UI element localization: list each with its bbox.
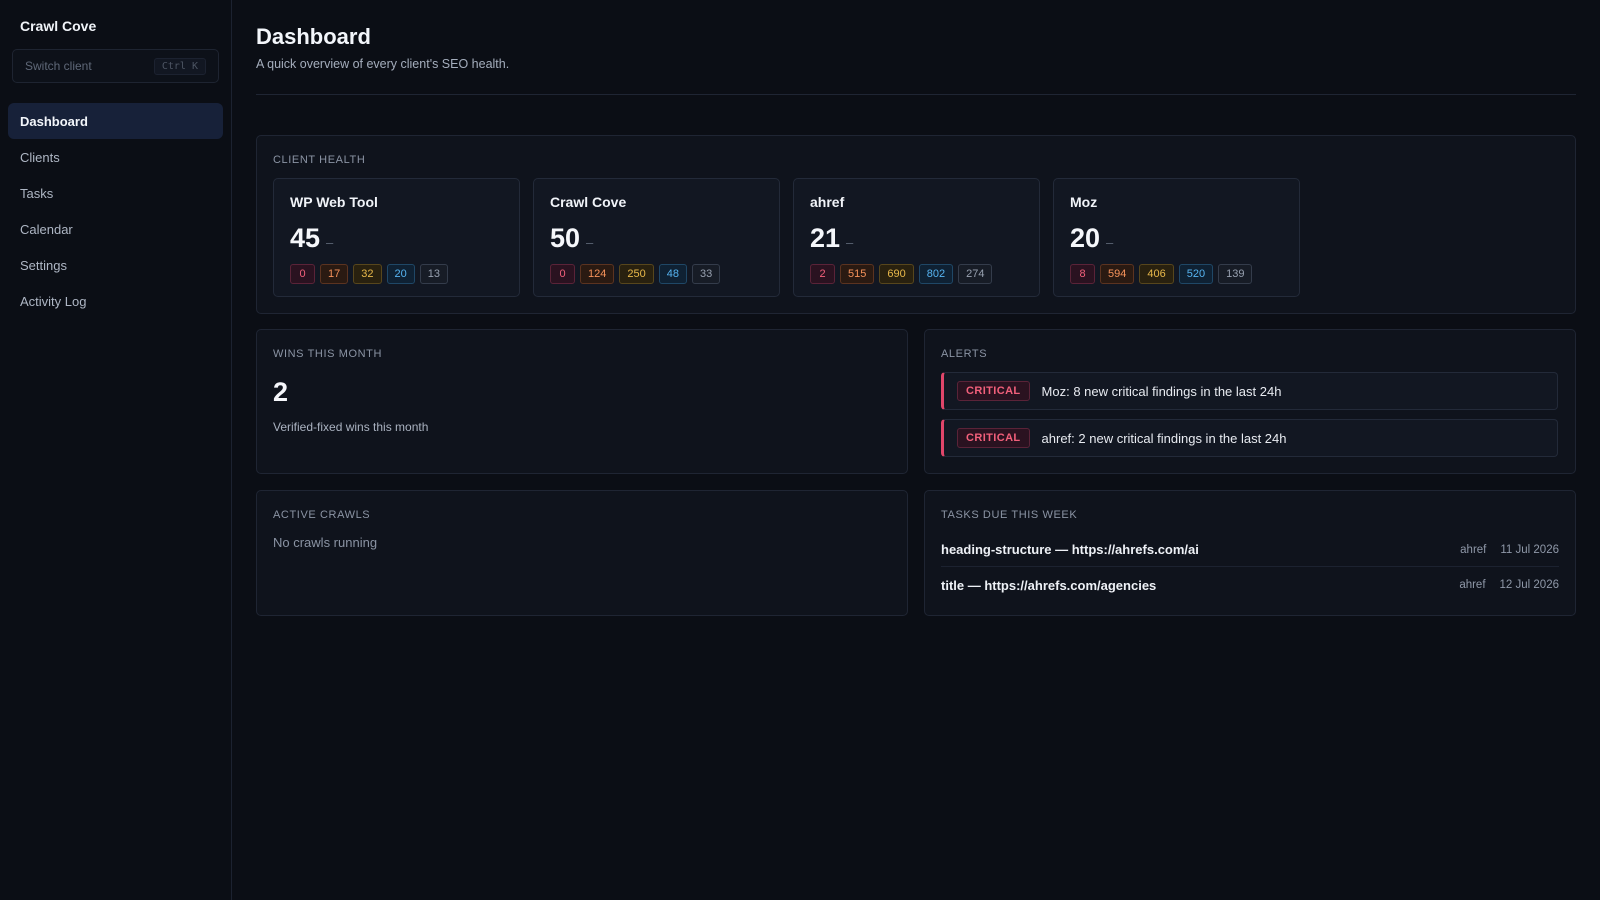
alert-text: Moz: 8 new critical findings in the last…: [1041, 383, 1282, 399]
sidebar-nav: Dashboard Clients Tasks Calendar Setting…: [8, 103, 223, 319]
tasks-label: TASKS DUE THIS WEEK: [941, 509, 1078, 521]
sidebar-item-clients[interactable]: Clients: [8, 139, 223, 175]
client-health-panel: CLIENT HEALTH WP Web Tool 45– 0 17 32 20…: [256, 135, 1576, 314]
client-name: Moz: [1070, 194, 1098, 210]
client-name: ahref: [810, 194, 845, 210]
task-title: heading-structure — https://ahrefs.com/a…: [941, 542, 1199, 557]
severity-badges: 0 124 250 48 33: [550, 264, 721, 284]
critical-count-badge: 2: [810, 264, 835, 284]
client-name: Crawl Cove: [550, 194, 627, 210]
high-count-badge: 515: [840, 264, 875, 284]
health-score-value: 20: [1070, 223, 1101, 253]
trend-indicator: –: [326, 235, 334, 250]
severity-badges: 8 594 406 520 139: [1070, 264, 1253, 284]
sidebar-item-tasks[interactable]: Tasks: [8, 175, 223, 211]
alerts-panel: ALERTS CRITICAL Moz: 8 new critical find…: [924, 329, 1576, 474]
client-switcher[interactable]: Switch client Ctrl K: [12, 49, 219, 83]
wins-description: Verified-fixed wins this month: [273, 420, 429, 434]
sidebar: Crawl Cove Switch client Ctrl K Dashboar…: [0, 0, 232, 900]
task-meta: ahref 11 Jul 2026: [1460, 544, 1559, 556]
sidebar-item-activity-log[interactable]: Activity Log: [8, 283, 223, 319]
task-row[interactable]: title — https://ahrefs.com/agencies ahre…: [941, 568, 1559, 602]
task-due-date: 12 Jul 2026: [1499, 579, 1559, 591]
task-row[interactable]: heading-structure — https://ahrefs.com/a…: [941, 533, 1559, 567]
critical-count-badge: 8: [1070, 264, 1095, 284]
client-card-moz[interactable]: Moz 20– 8 594 406 520 139: [1053, 178, 1300, 297]
page-title: Dashboard: [256, 24, 371, 49]
severity-badges: 2 515 690 802 274: [810, 264, 993, 284]
medium-count-badge: 406: [1139, 264, 1174, 284]
empty-state-text: No crawls running: [273, 535, 378, 550]
info-count-badge: 13: [419, 264, 448, 284]
critical-count-badge: 0: [290, 264, 315, 284]
info-count-badge: 274: [958, 264, 993, 284]
active-crawls-panel: ACTIVE CRAWLS No crawls running: [256, 490, 908, 616]
client-card-ahref[interactable]: ahref 21– 2 515 690 802 274: [793, 178, 1040, 297]
alert-item[interactable]: CRITICAL Moz: 8 new critical findings in…: [941, 372, 1558, 410]
page-subtitle: A quick overview of every client's SEO h…: [256, 57, 510, 71]
health-score-value: 45: [290, 223, 321, 253]
health-score: 50–: [550, 223, 593, 254]
client-health-label: CLIENT HEALTH: [273, 154, 366, 166]
wins-label: WINS THIS MONTH: [273, 348, 383, 360]
app-name: Crawl Cove: [20, 18, 97, 34]
task-meta: ahref 12 Jul 2026: [1459, 579, 1559, 591]
low-count-badge: 48: [658, 264, 687, 284]
alert-item[interactable]: CRITICAL ahref: 2 new critical findings …: [941, 419, 1558, 457]
medium-count-badge: 32: [353, 264, 382, 284]
alerts-label: ALERTS: [941, 348, 988, 360]
tasks-panel: TASKS DUE THIS WEEK heading-structure — …: [924, 490, 1576, 616]
task-due-date: 11 Jul 2026: [1500, 543, 1559, 556]
severity-tag: CRITICAL: [957, 428, 1030, 448]
client-switcher-placeholder: Switch client: [25, 59, 92, 73]
task-client: ahref: [1459, 579, 1486, 591]
low-count-badge: 802: [918, 264, 954, 284]
trend-indicator: –: [586, 235, 594, 250]
health-score: 20–: [1070, 223, 1113, 254]
health-score: 21–: [810, 223, 853, 254]
task-title: title — https://ahrefs.com/agencies: [941, 577, 1157, 593]
wins-count: 2: [273, 377, 289, 407]
sidebar-item-settings[interactable]: Settings: [8, 247, 223, 283]
medium-count-badge: 250: [619, 264, 654, 284]
low-count-badge: 520: [1178, 264, 1214, 284]
client-name: WP Web Tool: [290, 194, 378, 210]
high-count-badge: 594: [1100, 264, 1135, 284]
critical-count-badge: 0: [550, 264, 575, 284]
high-count-badge: 124: [580, 264, 615, 284]
wins-panel: WINS THIS MONTH 2 Verified-fixed wins th…: [256, 329, 908, 474]
medium-count-badge: 690: [879, 264, 914, 284]
health-score-value: 50: [550, 223, 581, 253]
trend-indicator: –: [846, 235, 854, 250]
info-count-badge: 33: [691, 264, 721, 284]
keyboard-shortcut-hint: Ctrl K: [153, 57, 206, 75]
sidebar-item-dashboard[interactable]: Dashboard: [8, 103, 223, 139]
header-divider: [256, 94, 1576, 95]
info-count-badge: 139: [1218, 264, 1253, 284]
alert-text: ahref: 2 new critical findings in the la…: [1041, 430, 1287, 446]
client-card-crawl-cove[interactable]: Crawl Cove 50– 0 124 250 48 33: [533, 178, 780, 297]
severity-badges: 0 17 32 20 13: [290, 264, 448, 284]
active-crawls-label: ACTIVE CRAWLS: [273, 509, 371, 521]
sidebar-item-calendar[interactable]: Calendar: [8, 211, 223, 247]
health-score: 45–: [290, 223, 333, 254]
client-card-wp-web-tool[interactable]: WP Web Tool 45– 0 17 32 20 13: [273, 178, 520, 297]
severity-tag: CRITICAL: [957, 381, 1030, 401]
health-score-value: 21: [810, 223, 841, 253]
task-client: ahref: [1460, 543, 1487, 556]
high-count-badge: 17: [320, 264, 349, 284]
trend-indicator: –: [1106, 235, 1114, 250]
low-count-badge: 20: [386, 264, 415, 284]
